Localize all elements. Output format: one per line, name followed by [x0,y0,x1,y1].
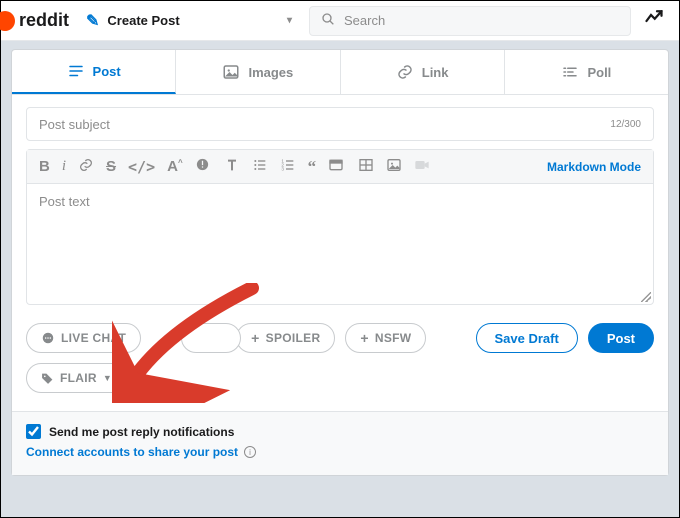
plus-icon: + [360,330,368,346]
notify-label: Send me post reply notifications [49,425,234,439]
table-icon[interactable] [358,157,374,177]
spoiler-tool-icon[interactable] [195,157,210,176]
reddit-logo-icon [0,11,15,31]
brand-wordmark: reddit [19,10,69,31]
search-input[interactable]: Search [309,6,631,36]
tab-images-label: Images [248,65,293,80]
text-placeholder: Post text [39,194,90,209]
svg-text:3: 3 [281,166,284,171]
subject-char-count: 12/300 [610,119,641,130]
flair-row: FLAIR ▼ [26,363,654,393]
top-bar: reddit ✎ Create Post ▾ Search [1,1,679,41]
editor-toolbar: B i S </> A^ [27,150,653,184]
notify-checkbox[interactable] [26,424,41,439]
save-draft-button[interactable]: Save Draft [476,323,578,353]
card-footer: Send me post reply notifications Connect… [12,411,668,475]
markdown-mode-toggle[interactable]: Markdown Mode [547,160,641,174]
number-list-icon[interactable]: 123 [280,157,296,177]
brand: reddit [13,10,69,31]
spoiler-pill[interactable]: + SPOILER [236,323,335,353]
resize-handle[interactable] [641,292,651,302]
info-icon: i [244,446,256,458]
notify-checkbox-row[interactable]: Send me post reply notifications [26,424,654,439]
subject-placeholder: Post subject [39,117,110,132]
connect-label: Connect accounts to share your post [26,445,238,459]
pencil-icon: ✎ [86,11,99,31]
nsfw-label: NSFW [375,331,412,345]
tab-link-label: Link [422,65,449,80]
nsfw-pill[interactable]: + NSFW [345,323,426,353]
text-input[interactable]: Post text [27,184,653,304]
chevron-down-icon: ▾ [287,15,292,26]
video-tool-icon[interactable] [414,157,430,177]
subject-input[interactable]: Post subject 12/300 [26,107,654,141]
post-type-tabs: Post Images Link Poll [12,50,668,95]
dropdown-label: Create Post [107,13,179,28]
plus-icon: + [251,330,259,346]
create-post-card: Post Images Link Poll Post subject 12/30… [11,49,669,476]
search-icon [320,11,336,30]
heading-icon[interactable] [224,157,240,177]
superscript-icon[interactable]: A^ [167,158,183,175]
codeblock-icon[interactable] [328,157,344,177]
search-placeholder: Search [344,13,385,28]
obscured-pill[interactable] [181,323,241,353]
bold-icon[interactable]: B [39,158,50,175]
tab-post-label: Post [93,64,121,79]
live-chat-label: LIVE CHAT [61,331,126,345]
text-editor: B i S </> A^ [26,149,654,305]
quote-icon[interactable]: “ [308,157,317,177]
link-icon[interactable] [78,157,94,177]
tab-poll-label: Poll [587,65,611,80]
tab-link[interactable]: Link [341,50,505,94]
strike-icon[interactable]: S [106,158,116,175]
tab-poll[interactable]: Poll [505,50,668,94]
bullet-list-icon[interactable] [252,157,268,177]
italic-icon[interactable]: i [62,158,66,175]
chevron-down-icon: ▼ [103,373,112,383]
community-dropdown[interactable]: ✎ Create Post ▾ [79,7,299,35]
image-tool-icon[interactable] [386,157,402,177]
tag-row: LIVE CHAT + SPOILER + NSFW Save Draft Po… [26,323,654,353]
connect-accounts-link[interactable]: Connect accounts to share your post i [26,445,654,459]
trending-icon[interactable] [641,9,667,32]
tab-images[interactable]: Images [176,50,340,94]
code-icon[interactable]: </> [128,158,155,176]
post-button[interactable]: Post [588,323,654,353]
flair-pill[interactable]: FLAIR ▼ [26,363,127,393]
flair-label: FLAIR [60,371,97,385]
live-chat-pill[interactable]: LIVE CHAT [26,323,141,353]
spoiler-label: SPOILER [266,331,321,345]
tab-post[interactable]: Post [12,50,176,94]
